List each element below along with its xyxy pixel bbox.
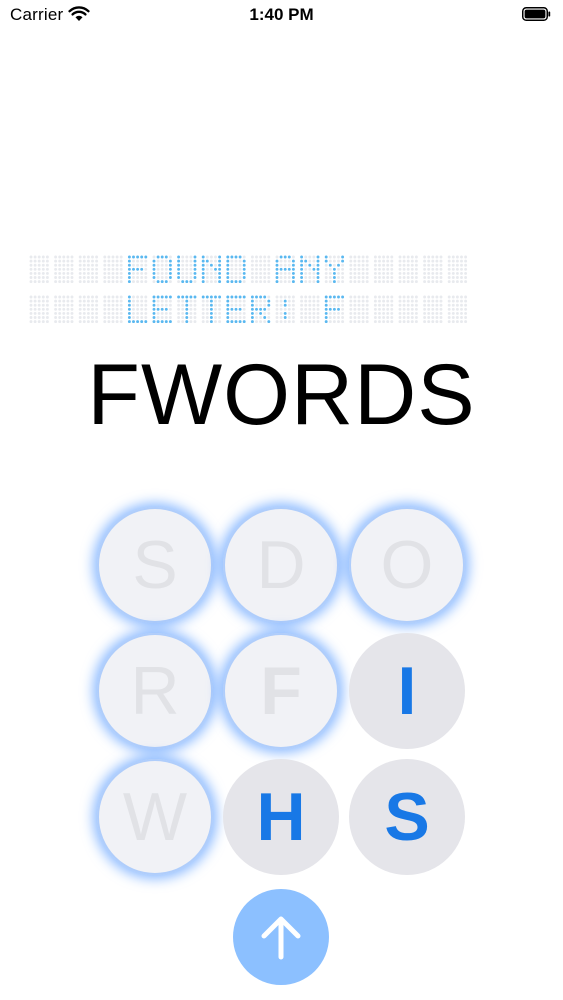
tile-letter: S [384,779,430,855]
letter-tile-f-5[interactable]: F [223,633,339,749]
tile-letter: H [256,779,306,855]
letter-tile-i-6[interactable]: I [349,633,465,749]
tile-letter: O [380,527,434,603]
letter-tile-s-9[interactable]: S [349,759,465,875]
battery-icon [522,7,551,21]
tile-letter: S [132,527,178,603]
tile-letter: D [256,527,306,603]
tile-letter: W [122,779,188,855]
letter-tile-o-3[interactable]: O [349,507,465,623]
clock: 1:40 PM [249,5,314,24]
game-title: FWORDS [87,347,476,443]
letter-tile-h-8[interactable]: H [223,759,339,875]
tile-letter: I [397,653,417,729]
tile-letter: R [130,653,180,729]
status-bar: Carrier 1:40 PM [0,0,563,30]
arrow-up-icon [261,916,301,960]
tile-letter: F [260,653,302,729]
dot-matrix-message-board [28,250,480,330]
letter-tile-d-2[interactable]: D [223,507,339,623]
letter-tile-w-7[interactable]: W [97,759,213,875]
submit-button[interactable] [233,889,329,985]
letter-tile-s-1[interactable]: S [97,507,213,623]
letter-tile-r-4[interactable]: R [97,633,213,749]
